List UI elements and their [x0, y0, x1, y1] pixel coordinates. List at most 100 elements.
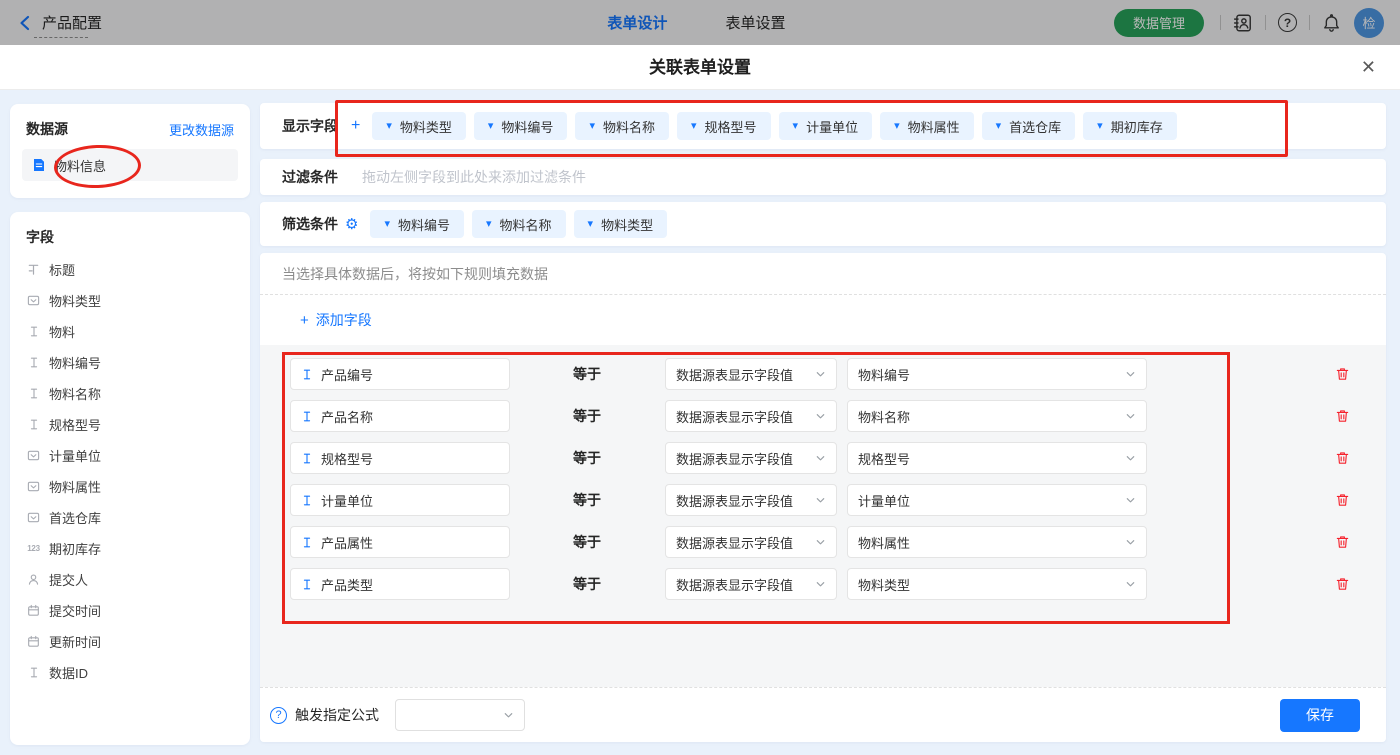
rule-source-field-label: 物料编号: [858, 365, 910, 384]
fill-rules-hint: 当选择具体数据后，将按如下规则填充数据: [260, 253, 1386, 295]
add-field-label: 添加字段: [316, 310, 372, 330]
datasource-item[interactable]: 物料信息: [22, 149, 238, 181]
text-field-icon: [26, 666, 41, 679]
rule-source-field-select[interactable]: 物料名称: [847, 400, 1147, 432]
rule-source-field-label: 物料名称: [858, 407, 910, 426]
field-item-label: 物料编号: [49, 353, 101, 372]
bell-icon[interactable]: [1322, 13, 1341, 33]
field-chip[interactable]: ▾物料类型: [372, 112, 466, 140]
help-icon[interactable]: ?: [1278, 13, 1297, 32]
delete-rule-icon[interactable]: [1335, 366, 1350, 382]
rule-target-label: 产品类型: [321, 575, 373, 594]
field-item[interactable]: 物料属性: [10, 471, 250, 502]
rule-target-field[interactable]: 计量单位: [290, 484, 510, 516]
rule-source-field-select[interactable]: 计量单位: [847, 484, 1147, 516]
delete-rule-icon[interactable]: [1335, 450, 1350, 466]
field-chip[interactable]: ▾物料类型: [574, 210, 668, 238]
rule-target-field[interactable]: 产品名称: [290, 400, 510, 432]
field-chip[interactable]: ▾物料名称: [472, 210, 566, 238]
field-chip[interactable]: ▾物料编号: [370, 210, 464, 238]
contacts-icon[interactable]: [1233, 13, 1253, 33]
field-item[interactable]: 物料类型: [10, 285, 250, 316]
rule-source-type-label: 数据源表显示字段值: [676, 449, 793, 468]
rule-target-label: 计量单位: [321, 491, 373, 510]
chevron-down-icon: [815, 495, 826, 506]
rule-source-type-select[interactable]: 数据源表显示字段值: [665, 442, 837, 474]
rule-source-field-select[interactable]: 物料编号: [847, 358, 1147, 390]
field-item[interactable]: 123期初库存: [10, 533, 250, 564]
modal-body: 数据源 更改数据源 物料信息 字段 标题物料类型物料物料编号物料名称规格型号计量…: [0, 90, 1400, 755]
fields-list: 标题物料类型物料物料编号物料名称规格型号计量单位物料属性首选仓库123期初库存提…: [10, 254, 250, 688]
add-field-button[interactable]: + 添加字段: [260, 295, 1386, 345]
chevron-down-icon: [503, 710, 514, 721]
select-field-icon: [26, 294, 41, 307]
text-field-icon: [301, 578, 313, 591]
rule-target-field[interactable]: 产品属性: [290, 526, 510, 558]
rule-source-field-select[interactable]: 物料属性: [847, 526, 1147, 558]
field-item[interactable]: 物料编号: [10, 347, 250, 378]
add-display-field-icon[interactable]: +: [351, 117, 360, 135]
rule-source-type-select[interactable]: 数据源表显示字段值: [665, 484, 837, 516]
delete-rule-icon[interactable]: [1335, 408, 1350, 424]
delete-rule-icon[interactable]: [1335, 492, 1350, 508]
chevron-down-icon: [1125, 411, 1136, 422]
caret-down-icon: ▾: [589, 121, 595, 132]
field-chip[interactable]: ▾物料属性: [880, 112, 974, 140]
field-item-label: 提交人: [49, 570, 88, 589]
formula-help-icon[interactable]: ?: [270, 707, 287, 724]
app-title: 产品配置: [42, 12, 102, 33]
field-item[interactable]: 更新时间: [10, 626, 250, 657]
rule-source-field-select[interactable]: 规格型号: [847, 442, 1147, 474]
chevron-down-icon: [1125, 453, 1136, 464]
field-item[interactable]: 物料名称: [10, 378, 250, 409]
field-item[interactable]: 计量单位: [10, 440, 250, 471]
user-avatar[interactable]: 检: [1354, 8, 1384, 38]
chevron-down-icon: [1125, 579, 1136, 590]
back-button[interactable]: 产品配置: [18, 12, 102, 33]
rule-source-type-select[interactable]: 数据源表显示字段值: [665, 568, 837, 600]
field-item[interactable]: 提交人: [10, 564, 250, 595]
field-item-label: 数据ID: [49, 663, 88, 682]
chevron-down-icon: [815, 411, 826, 422]
modal-header: 关联表单设置 ✕: [0, 45, 1400, 90]
rule-source-type-label: 数据源表显示字段值: [676, 365, 793, 384]
field-item[interactable]: 数据ID: [10, 657, 250, 688]
rule-operator: 等于: [573, 364, 665, 384]
delete-rule-icon[interactable]: [1335, 576, 1350, 592]
rule-source-type-label: 数据源表显示字段值: [676, 407, 793, 426]
data-manage-button[interactable]: 数据管理: [1114, 9, 1204, 37]
field-chip[interactable]: ▾期初库存: [1083, 112, 1177, 140]
formula-select[interactable]: [395, 699, 525, 731]
screening-chips: ▾物料编号 ▾物料名称 ▾物料类型: [370, 210, 667, 238]
field-chip[interactable]: ▾规格型号: [677, 112, 771, 140]
rule-source-type-select[interactable]: 数据源表显示字段值: [665, 526, 837, 558]
field-chip[interactable]: ▾计量单位: [779, 112, 873, 140]
change-datasource-link[interactable]: 更改数据源: [169, 120, 234, 139]
rule-target-field[interactable]: 规格型号: [290, 442, 510, 474]
field-item[interactable]: 首选仓库: [10, 502, 250, 533]
rule-target-field[interactable]: 产品类型: [290, 568, 510, 600]
chevron-down-icon: [815, 537, 826, 548]
save-button[interactable]: 保存: [1280, 699, 1360, 732]
delete-rule-icon[interactable]: [1335, 534, 1350, 550]
close-icon[interactable]: ✕: [1361, 45, 1376, 89]
field-chip[interactable]: ▾物料名称: [575, 112, 669, 140]
field-item[interactable]: 标题: [10, 254, 250, 285]
tab-form-settings[interactable]: 表单设置: [725, 12, 785, 33]
tab-form-design[interactable]: 表单设计: [607, 12, 667, 33]
field-chip[interactable]: ▾首选仓库: [982, 112, 1076, 140]
gear-icon[interactable]: ⚙: [345, 217, 358, 232]
rule-target-field[interactable]: 产品编号: [290, 358, 510, 390]
filter-condition-row[interactable]: 过滤条件 拖动左侧字段到此处来添加过滤条件: [260, 159, 1386, 195]
rule-source-type-select[interactable]: 数据源表显示字段值: [665, 400, 837, 432]
text-field-icon: [26, 356, 41, 369]
field-item[interactable]: 物料: [10, 316, 250, 347]
field-item[interactable]: 规格型号: [10, 409, 250, 440]
rule-source-type-select[interactable]: 数据源表显示字段值: [665, 358, 837, 390]
plus-icon: +: [300, 312, 309, 329]
rule-target-label: 规格型号: [321, 449, 373, 468]
field-item[interactable]: 提交时间: [10, 595, 250, 626]
rule-row: 产品名称等于数据源表显示字段值物料名称: [290, 400, 1386, 432]
field-chip[interactable]: ▾物料编号: [474, 112, 568, 140]
rule-source-field-select[interactable]: 物料类型: [847, 568, 1147, 600]
